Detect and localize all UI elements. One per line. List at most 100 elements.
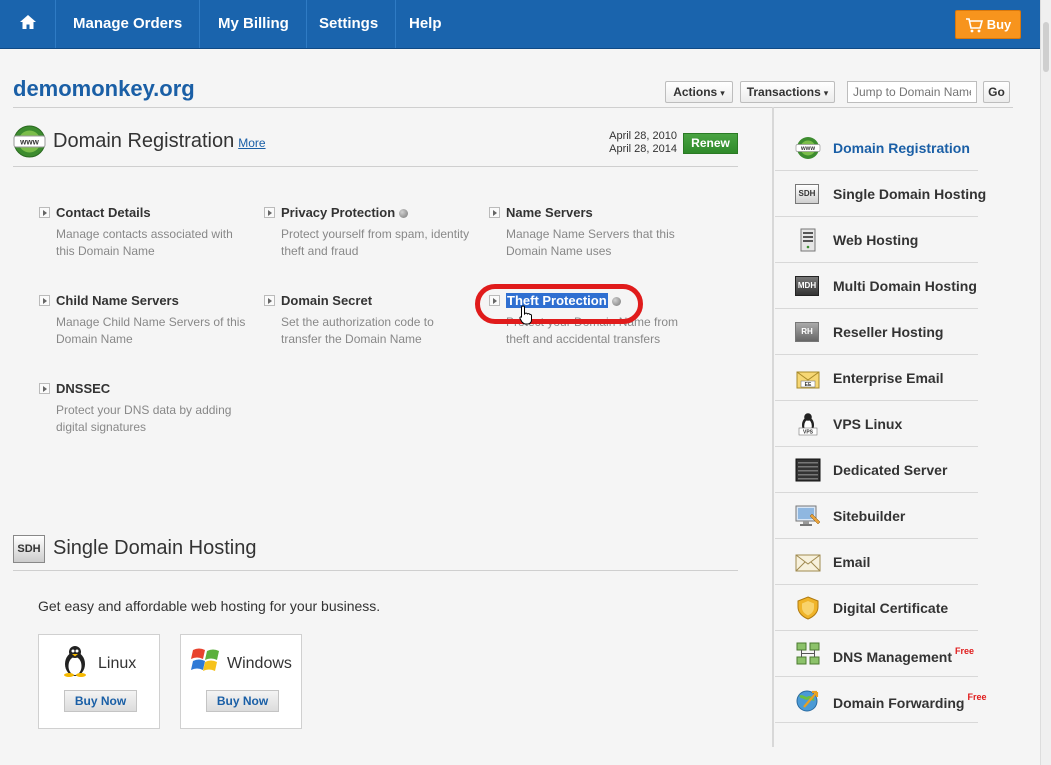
linux-hosting-card: Linux Buy Now xyxy=(38,634,160,729)
feature-title-text: Child Name Servers xyxy=(56,293,179,308)
feature-child-name-servers[interactable]: Child Name Servers Manage Child Name Ser… xyxy=(39,293,249,348)
registration-date-end: April 28, 2014 xyxy=(609,143,677,155)
chevron-down-icon: ▾ xyxy=(823,88,829,98)
registration-dates: April 28, 2010 April 28, 2014 xyxy=(600,130,677,156)
sidebar-item-label: Dedicated Server xyxy=(833,462,948,478)
transactions-label: Transactions xyxy=(746,85,821,99)
sidebar-item-label: Enterprise Email xyxy=(833,370,944,386)
sidebar-item-domain-registration[interactable]: www Domain Registration xyxy=(775,125,978,171)
arrow-right-icon xyxy=(264,295,275,306)
transactions-dropdown[interactable]: Transactions ▾ xyxy=(740,81,835,103)
svg-text:VPS: VPS xyxy=(803,430,814,436)
certificate-shield-icon xyxy=(797,596,819,620)
feature-domain-secret[interactable]: Domain Secret Set the authorization code… xyxy=(264,293,474,348)
feature-title[interactable]: DNSSEC xyxy=(39,381,249,397)
jump-to-domain-input[interactable] xyxy=(847,81,977,103)
chevron-down-icon: ▾ xyxy=(720,88,725,98)
enterprise-email-icon: EE xyxy=(796,371,820,389)
sidebar-item-dedicated-server[interactable]: Dedicated Server xyxy=(775,447,978,493)
windows-label: Windows xyxy=(227,655,292,672)
sidebar-item-label: VPS Linux xyxy=(833,416,903,432)
linux-buy-now-button[interactable]: Buy Now xyxy=(64,690,137,712)
sidebar-item-label: Digital Certificate xyxy=(833,600,949,616)
scrollbar-thumb[interactable] xyxy=(1043,22,1049,72)
sidebar-item-label: Reseller Hosting xyxy=(833,324,944,340)
sidebar-item-vps-linux[interactable]: VPS VPS Linux xyxy=(775,401,978,447)
home-button[interactable] xyxy=(0,0,56,48)
server-icon xyxy=(800,228,816,252)
sidebar-item-reseller-hosting[interactable]: RH Reseller Hosting xyxy=(775,309,978,355)
app-root: Manage Orders My Billing Settings Help B… xyxy=(0,0,1051,765)
arrow-right-icon xyxy=(39,383,50,394)
www-globe-icon: www xyxy=(795,137,821,159)
sidebar-item-single-domain-hosting[interactable]: SDH Single Domain Hosting xyxy=(775,171,986,217)
page-scrollbar[interactable] xyxy=(1040,0,1051,765)
sidebar-item-digital-certificate[interactable]: Digital Certificate xyxy=(775,585,978,631)
nav-settings[interactable]: Settings xyxy=(302,0,397,48)
sidebar-item-dns-management[interactable]: DNS Management Free xyxy=(775,631,978,677)
more-link[interactable]: More xyxy=(238,136,265,150)
feature-title-text: Domain Secret xyxy=(281,293,373,308)
nav-help[interactable]: Help xyxy=(392,0,459,48)
sidebar-item-email[interactable]: Email xyxy=(775,539,978,585)
sidebar-item-label: Single Domain Hosting xyxy=(833,186,987,202)
go-button[interactable]: Go xyxy=(983,81,1010,103)
feature-description: Protect your DNS data by adding digital … xyxy=(56,403,232,434)
arrow-right-icon xyxy=(489,207,500,218)
home-icon xyxy=(19,15,36,29)
nav-manage-orders[interactable]: Manage Orders xyxy=(56,0,201,48)
sidebar-item-label: Web Hosting xyxy=(833,232,919,248)
windows-hosting-card: Windows Buy Now xyxy=(180,634,302,729)
domain-name-title: demomonkey.org xyxy=(13,76,195,101)
buy-button[interactable]: Buy xyxy=(955,10,1021,39)
windows-logo-icon xyxy=(191,648,219,671)
feature-privacy-protection[interactable]: Privacy Protection Protect yourself from… xyxy=(264,205,474,260)
feature-title[interactable]: Domain Secret xyxy=(264,293,474,309)
windows-buy-now-button[interactable]: Buy Now xyxy=(206,690,279,712)
feature-name-servers[interactable]: Name Servers Manage Name Servers that th… xyxy=(489,205,699,260)
nav-my-billing[interactable]: My Billing xyxy=(201,0,307,48)
svg-text:EE: EE xyxy=(805,382,812,388)
top-navigation: Manage Orders My Billing Settings Help B… xyxy=(0,0,1040,49)
section-divider xyxy=(13,570,738,571)
sidebar-item-web-hosting[interactable]: Web Hosting xyxy=(775,217,978,263)
cart-icon xyxy=(965,18,983,33)
feature-contact-details[interactable]: Contact Details Manage contacts associat… xyxy=(39,205,249,260)
feature-dnssec[interactable]: DNSSEC Protect your DNS data by adding d… xyxy=(39,381,249,436)
single-domain-hosting-heading: Single Domain Hosting xyxy=(53,537,257,559)
actions-dropdown[interactable]: Actions ▾ xyxy=(665,81,733,103)
domain-registration-heading: Domain Registration More xyxy=(53,130,266,153)
actions-label: Actions xyxy=(673,85,718,99)
rh-icon: RH xyxy=(795,320,821,344)
renew-button[interactable]: Renew xyxy=(683,133,738,154)
linux-label: Linux xyxy=(98,655,137,672)
domain-registration-title: Domain Registration xyxy=(53,130,235,152)
feature-title[interactable]: Privacy Protection xyxy=(264,205,474,221)
sidebar-item-sitebuilder[interactable]: Sitebuilder xyxy=(775,493,978,539)
sidebar-item-enterprise-email[interactable]: EE Enterprise Email xyxy=(775,355,978,401)
dedicated-server-icon xyxy=(795,458,821,482)
feature-description: Protect yourself from spam, identity the… xyxy=(281,227,470,258)
arrow-right-icon xyxy=(39,295,50,306)
feature-title[interactable]: Name Servers xyxy=(489,205,699,221)
sidebar-item-label: Email xyxy=(833,554,871,570)
sidebar-item-domain-forwarding[interactable]: Domain Forwarding Free xyxy=(775,677,986,723)
feature-title[interactable]: Child Name Servers xyxy=(39,293,249,309)
dns-icon xyxy=(796,642,820,665)
feature-title[interactable]: Contact Details xyxy=(39,205,249,221)
sidebar-item-multi-domain-hosting[interactable]: MDH Multi Domain Hosting xyxy=(775,263,978,309)
free-badge: Free xyxy=(967,692,987,702)
registration-date-start: April 28, 2010 xyxy=(609,130,677,142)
section-divider xyxy=(13,166,738,167)
feature-description: Manage contacts associated with this Dom… xyxy=(56,227,233,258)
sdh-icon: SDH xyxy=(13,535,45,563)
svg-text:www: www xyxy=(19,138,39,147)
sidebar-item-label: Sitebuilder xyxy=(833,508,906,524)
sdh-icon: SDH xyxy=(795,182,821,206)
arrow-right-icon xyxy=(264,207,275,218)
linux-tux-icon xyxy=(64,646,86,677)
www-globe-icon: www xyxy=(13,125,46,158)
feature-description: Manage Child Name Servers of this Domain… xyxy=(56,315,246,346)
mdh-icon: MDH xyxy=(795,274,821,298)
free-badge: Free xyxy=(955,646,975,656)
